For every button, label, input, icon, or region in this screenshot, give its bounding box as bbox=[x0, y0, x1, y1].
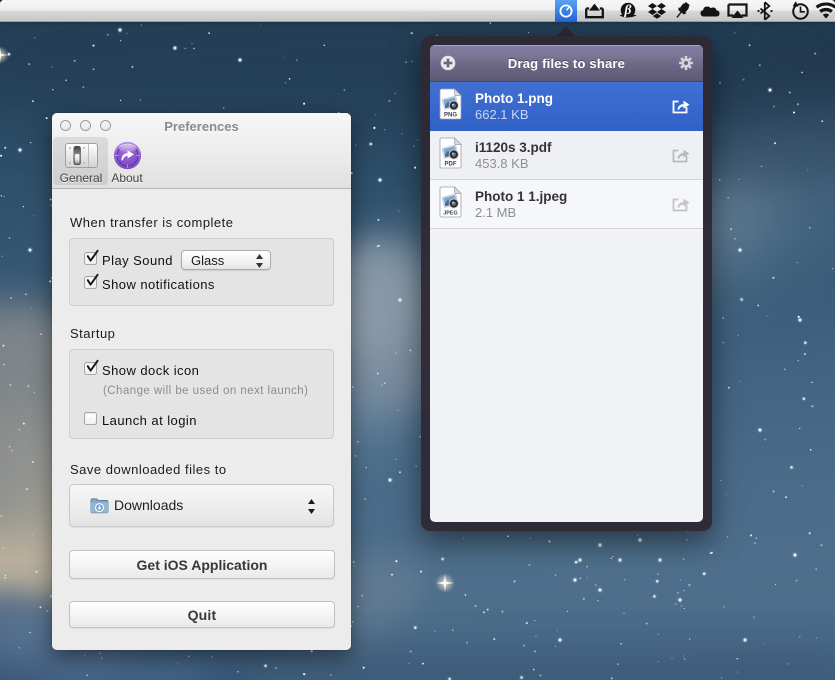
svg-text:PDF: PDF bbox=[445, 162, 457, 168]
svg-text:JPEG: JPEG bbox=[443, 211, 457, 217]
svg-text:PNG: PNG bbox=[444, 113, 457, 119]
svg-text:β: β bbox=[624, 2, 632, 17]
